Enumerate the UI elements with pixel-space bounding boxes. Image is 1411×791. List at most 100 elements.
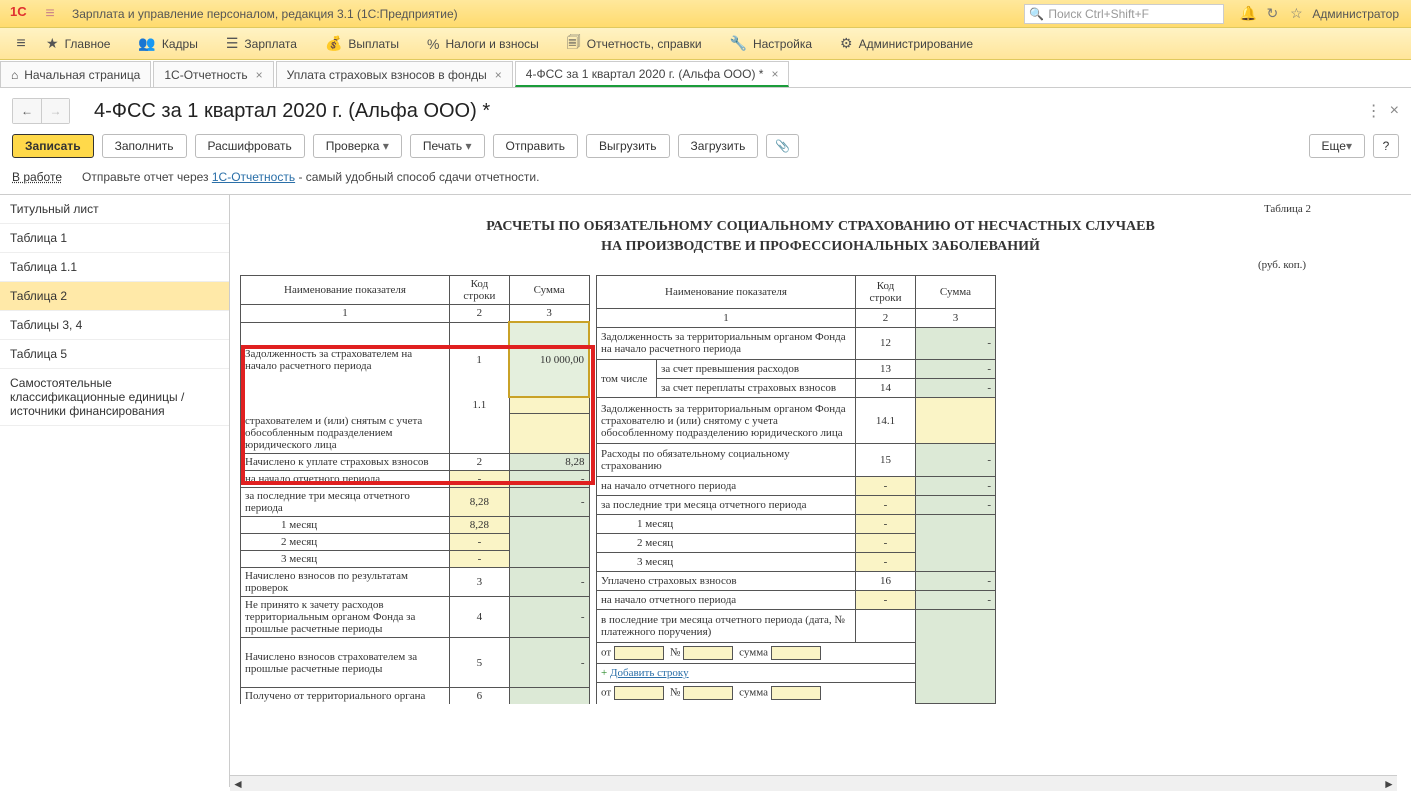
star-icon[interactable]: ☆ [1284,5,1308,22]
cell-subsum[interactable]: 8,28 [450,517,510,534]
inline-input[interactable] [683,686,733,700]
status-link[interactable]: В работе [12,170,62,184]
scroll-left-icon[interactable]: ◄ [230,777,246,791]
nav-tables-3-4[interactable]: Таблицы 3, 4 [0,311,229,340]
cell-sum[interactable]: - [916,379,996,398]
tab-4fss[interactable]: 4-ФСС за 1 квартал 2020 г. (Альфа ООО) *… [515,61,790,87]
menu-zarplata[interactable]: ☰Зарплата [212,28,311,59]
menu-nastroika[interactable]: 🔧Настройка [716,28,827,59]
menu-kadry[interactable]: 👥Кадры [124,28,211,59]
menu-main[interactable]: ★Главное [32,28,124,59]
th-sum: Сумма [916,276,996,309]
tab-vznosy[interactable]: Уплата страховых взносов в фонды× [276,61,513,87]
cell-sum[interactable]: - [509,597,589,638]
cell-subsum[interactable]: - [450,551,510,568]
cell-code: 6 [450,688,510,705]
cell-subsum[interactable]: - [856,495,916,514]
inline-input[interactable] [614,686,664,700]
import-button[interactable]: Загрузить [678,134,759,158]
menu-hamburger-icon[interactable]: ≡ [10,35,32,53]
cell-subsum[interactable]: - [856,514,916,533]
cell-subsum[interactable]: - [856,591,916,610]
report-heading-2: НА ПРОИЗВОДСТВЕ И ПРОФЕССИОНАЛЬНЫХ ЗАБОЛ… [320,239,1321,255]
cell-code: 2 [450,454,510,471]
app-title: Зарплата и управление персоналом, редакц… [72,7,458,21]
cell-sum[interactable]: - [509,488,589,517]
attach-button[interactable]: 📎 [766,134,799,158]
export-button[interactable]: Выгрузить [586,134,670,158]
cell-sum[interactable]: - [916,572,996,591]
report-heading-1: РАСЧЕТЫ ПО ОБЯЗАТЕЛЬНОМУ СОЦИАЛЬНОМУ СТР… [320,219,1321,235]
cell-sum[interactable] [509,517,589,568]
hint-link[interactable]: 1С-Отчетность [212,170,295,184]
cell-sum[interactable]: - [916,327,996,360]
menu-nalogi[interactable]: %Налоги и взносы [413,28,553,59]
inline-input[interactable] [614,646,664,660]
horizontal-scrollbar[interactable]: ◄ ► [230,775,1397,791]
th-code: Код строки [450,276,510,305]
fill-button[interactable]: Заполнить [102,134,187,158]
inline-input[interactable] [683,646,733,660]
cell-sum[interactable]: - [916,360,996,379]
cell-sum-selected[interactable]: 10 000,00 [509,322,589,397]
check-button[interactable]: Проверка [313,134,402,158]
nav-forward-button[interactable]: → [41,99,69,123]
inline-input[interactable] [771,686,821,700]
cell-sum[interactable]: - [916,495,996,514]
print-button[interactable]: Печать [410,134,485,158]
nav-table-1[interactable]: Таблица 1 [0,224,229,253]
bell-icon[interactable]: 🔔 [1236,5,1260,22]
decrypt-button[interactable]: Расшифровать [195,134,305,158]
history-icon[interactable]: ↻ [1260,5,1284,22]
nav-back-button[interactable]: ← [13,99,41,123]
th-code: Код строки [856,276,916,309]
report-area: Таблица 2 РАСЧЕТЫ ПО ОБЯЗАТЕЛЬНОМУ СОЦИА… [230,195,1411,787]
help-button[interactable]: ? [1373,134,1399,158]
menu-vyplaty[interactable]: 💰Выплаты [311,28,413,59]
user-label[interactable]: Администратор [1312,7,1399,21]
cell-subsum[interactable]: - [856,476,916,495]
cell-sum[interactable]: - [509,638,589,688]
menu-admin[interactable]: ⚙Администрирование [826,28,987,59]
cell-sum[interactable] [509,688,589,705]
tab-1c-report[interactable]: 1С-Отчетность× [153,61,273,87]
close-icon[interactable]: × [256,68,263,82]
cell-sum[interactable]: 8,28 [509,454,589,471]
close-icon[interactable]: × [771,67,778,81]
add-row[interactable]: + Добавить строку [597,664,916,683]
cell-sum[interactable] [916,610,996,704]
cell-subsum[interactable]: - [856,553,916,572]
cell-name: Начислено взносов страхователем за прошл… [241,638,450,688]
tab-home[interactable]: ⌂Начальная страница [0,61,151,87]
kebab-icon[interactable]: ⋮ [1366,101,1382,121]
cell-subsum[interactable]: - [856,533,916,552]
nav-table-5[interactable]: Таблица 5 [0,340,229,369]
th-sum: Сумма [509,276,589,305]
global-search[interactable]: 🔍 Поиск Ctrl+Shift+F [1024,4,1224,24]
send-button[interactable]: Отправить [493,134,579,158]
cell-sum[interactable] [916,398,996,444]
cell-sum[interactable]: - [916,444,996,477]
close-page-icon[interactable]: × [1390,102,1399,120]
cell-sum[interactable]: - [509,471,589,488]
cell-sum[interactable] [916,514,996,571]
cell-sum[interactable] [509,397,589,413]
cell-name: за счет превышения расходов [657,360,856,379]
hamburger-icon[interactable]: ≡ [40,5,60,23]
nav-title-sheet[interactable]: Титульный лист [0,195,229,224]
cell-subsum[interactable]: - [450,534,510,551]
nav-table-1-1[interactable]: Таблица 1.1 [0,253,229,282]
write-button[interactable]: Записать [12,134,94,158]
nav-table-2[interactable]: Таблица 2 [0,282,229,311]
menu-otchetnost[interactable]: 🗐Отчетность, справки [553,28,716,59]
cell-subsum[interactable]: - [450,471,510,488]
cell-subsum[interactable]: 8,28 [450,488,510,517]
inline-input[interactable] [771,646,821,660]
more-button[interactable]: Еще [1309,134,1365,158]
nav-units[interactable]: Самостоятельные классификационные единиц… [0,369,229,426]
close-icon[interactable]: × [495,68,502,82]
scroll-right-icon[interactable]: ► [1381,777,1397,791]
cell-sum[interactable]: - [916,591,996,610]
cell-sum[interactable]: - [509,568,589,597]
cell-sum[interactable]: - [916,476,996,495]
